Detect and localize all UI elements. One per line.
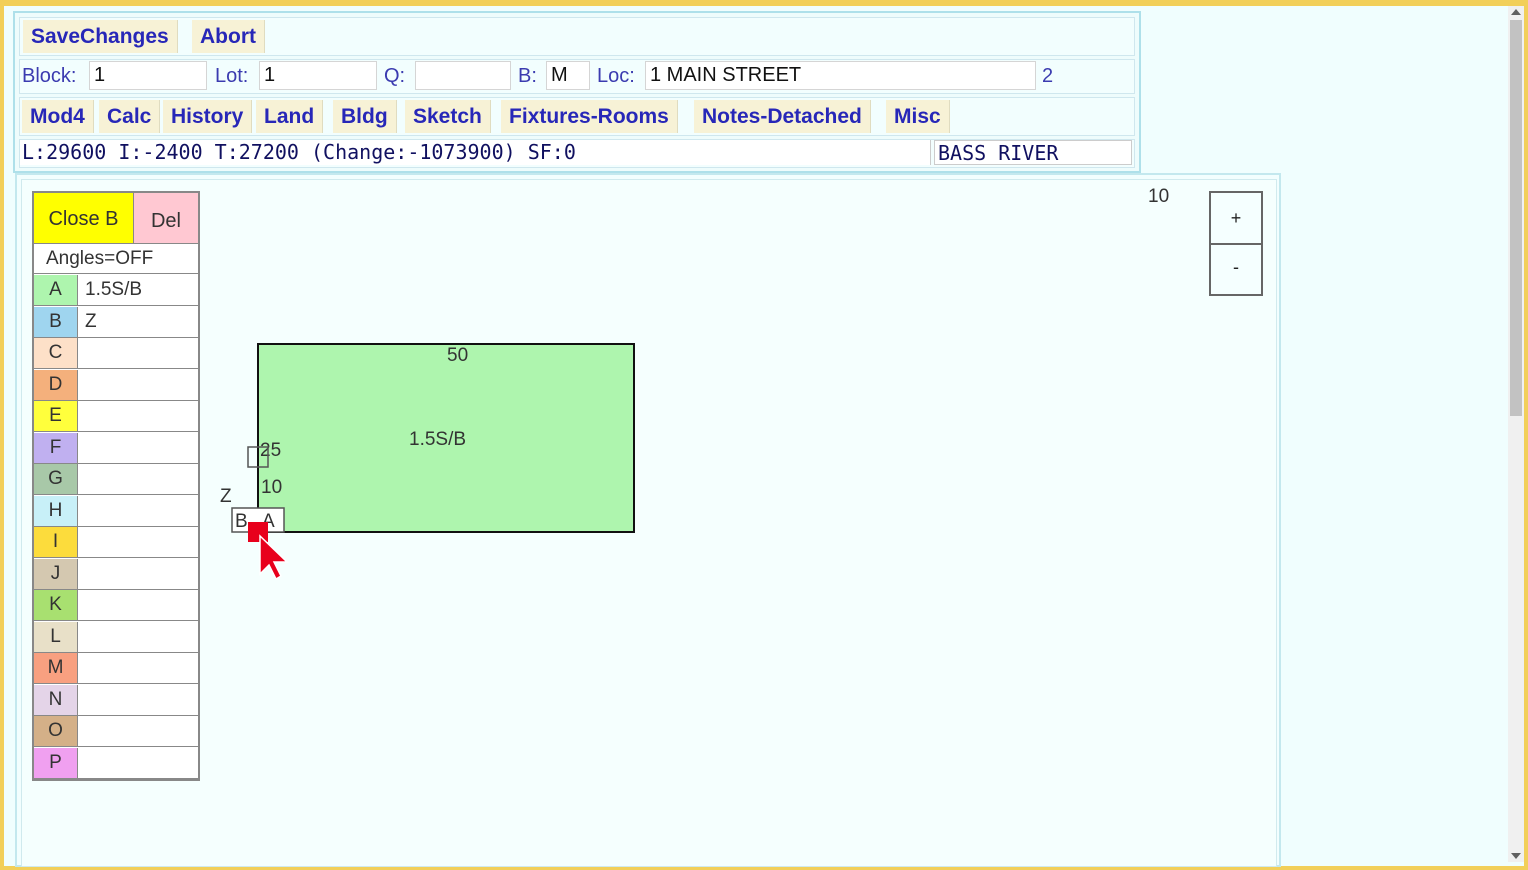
label-row-h[interactable]: H [34,495,198,527]
tab-misc[interactable]: Misc [886,100,950,133]
record-header: SaveChanges Abort Block: 1 Lot: 1 Q: B: … [13,11,1141,173]
sketch-panel [15,173,1281,867]
label-row-f[interactable]: F [34,432,198,464]
label-key: M [34,653,78,683]
close-b-button[interactable]: Close B [34,193,134,244]
scroll-thumb[interactable] [1510,20,1522,416]
summary-values: L:29600 I:-2400 T:27200 (Change:-1073900… [22,140,576,164]
label-row-m[interactable]: M [34,653,198,684]
label-row-n[interactable]: N [34,684,198,716]
label-row-g[interactable]: G [34,464,198,495]
label-row-e[interactable]: E [34,401,198,432]
label-key: G [34,464,78,494]
value-summary: L:29600 I:-2400 T:27200 (Change:-1073900… [19,139,1135,168]
label-key: O [34,716,78,746]
vertical-scrollbar[interactable] [1508,6,1524,862]
tab-notes-detached[interactable]: Notes-Detached [694,100,871,133]
label-key: F [34,432,78,463]
label-value[interactable]: Z [85,307,97,337]
label-key: H [34,495,78,526]
label-value[interactable]: 1.5S/B [85,275,142,305]
zoom-in-button[interactable]: + [1211,193,1261,245]
label-key: D [34,369,78,400]
sketch-canvas[interactable] [21,179,1277,867]
location-field[interactable]: 1 MAIN STREET [645,61,1036,90]
q-field[interactable] [415,61,511,90]
card-number: 2 [1042,65,1054,87]
label-key: N [34,684,78,715]
label-row-c[interactable]: C [34,338,198,369]
b-field[interactable]: M [546,61,590,90]
block-label: Block: [22,65,77,87]
label-key: P [34,747,78,778]
label-key: J [34,558,78,589]
block-field[interactable]: 1 [89,61,207,90]
label-row-d[interactable]: D [34,369,198,401]
q-label: Q: [384,65,406,87]
loc-label: Loc: [597,65,635,87]
label-row-p[interactable]: P [34,747,198,779]
label-row-k[interactable]: K [34,590,198,621]
label-row-i[interactable]: I [34,527,198,558]
tab-fixtures-rooms[interactable]: Fixtures-Rooms [501,100,678,133]
summary-box: L:29600 I:-2400 T:27200 (Change:-1073900… [20,140,931,165]
label-row-b[interactable]: BZ [34,306,198,338]
label-key: L [34,621,78,652]
label-key: A [34,275,78,305]
abort-button[interactable]: Abort [192,20,265,53]
b-label: B: [518,65,537,87]
label-row-o[interactable]: O [34,716,198,747]
label-key: E [34,401,78,431]
label-key: K [34,590,78,620]
save-changes-button[interactable]: SaveChanges [23,20,178,53]
label-row-j[interactable]: J [34,558,198,590]
district-box: BASS RIVER [934,140,1132,165]
delete-button[interactable]: Del [134,193,198,244]
label-key: C [34,338,78,368]
label-table: Close B Del Angles=OFF A 1.5S/B B Z C D E F G H I J… [32,191,200,781]
lot-field[interactable]: 1 [259,61,377,90]
tab-bldg[interactable]: Bldg [333,100,397,133]
label-row-l[interactable]: L [34,621,198,653]
lot-label: Lot: [215,65,249,87]
zoom-out-button[interactable]: - [1211,245,1261,294]
scroll-up-arrow-icon[interactable] [1511,9,1521,15]
label-key: B [34,306,78,337]
record-fields: Block: 1 Lot: 1 Q: B: M Loc: 1 MAIN STRE… [19,59,1135,94]
scroll-down-arrow-icon[interactable] [1511,853,1521,859]
tab-bar: Mod4 Calc History Land Bldg Sketch Fixtu… [19,97,1135,136]
tab-history[interactable]: History [163,100,253,133]
angles-toggle[interactable]: Angles=OFF [34,244,198,274]
zoom-control: + - [1209,191,1263,296]
scale-value: 10 [1148,186,1170,207]
tab-mod4[interactable]: Mod4 [22,100,94,133]
tab-calc[interactable]: Calc [99,100,161,133]
tab-sketch[interactable]: Sketch [405,100,491,133]
action-toolbar: SaveChanges Abort [19,17,1135,56]
district-name: BASS RIVER [938,141,1059,165]
tab-land[interactable]: Land [256,100,324,133]
label-key: I [34,527,78,557]
label-row-a[interactable]: A 1.5S/B [34,275,198,306]
